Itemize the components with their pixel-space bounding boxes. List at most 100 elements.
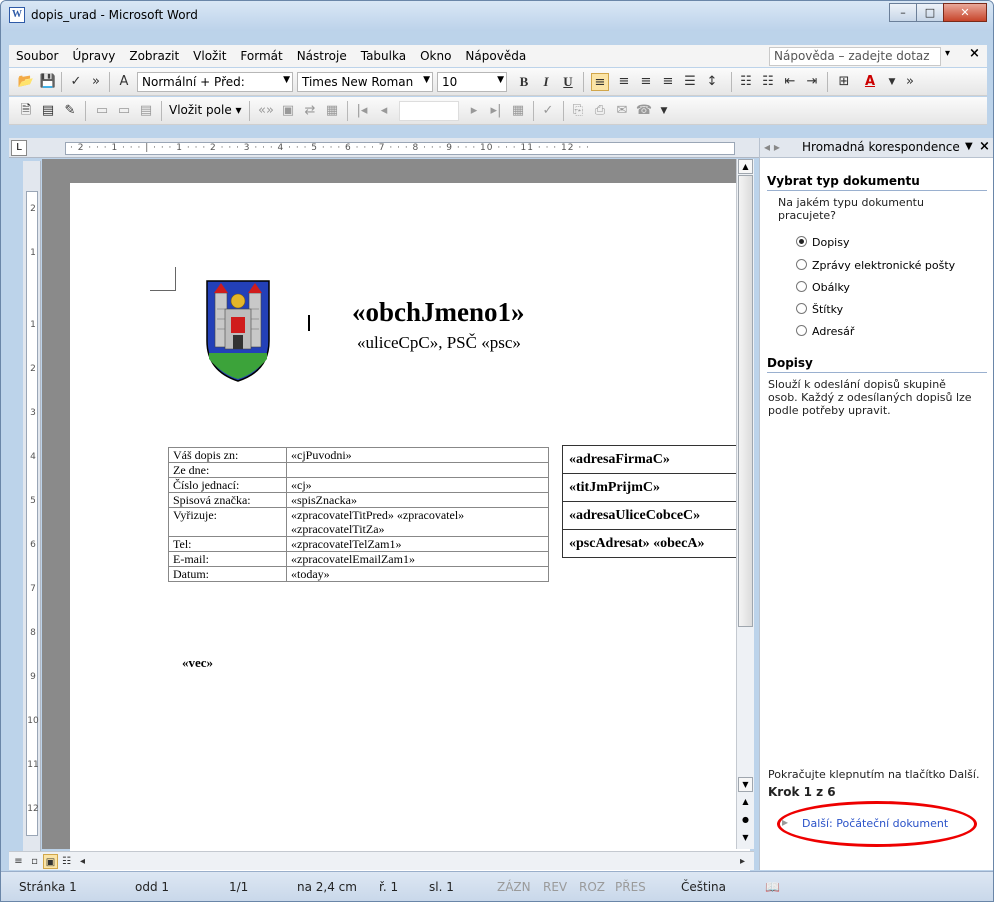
match-fields-icon[interactable]: ⇄: [301, 102, 319, 120]
menu-vlozit[interactable]: Vložit: [186, 49, 233, 63]
merge-to-new-icon[interactable]: ⎘: [569, 102, 587, 120]
merge-to-fax-icon[interactable]: ☎: [635, 102, 653, 120]
status-language[interactable]: Čeština: [681, 880, 726, 894]
help-search-input[interactable]: Nápověda – zadejte dotaz: [769, 47, 941, 66]
close-task-pane-button[interactable]: ×: [979, 139, 990, 154]
font-color-icon[interactable]: A: [861, 73, 879, 91]
address-field[interactable]: «pscAdresat» «obecA»: [562, 529, 742, 558]
bullets-icon[interactable]: ☷: [759, 73, 777, 91]
radio-dopisy[interactable]: Dopisy: [796, 236, 849, 249]
font-select[interactable]: Times New Roman ▼: [297, 72, 433, 92]
reference-value[interactable]: «spisZnacka»: [286, 492, 549, 508]
decrease-indent-icon[interactable]: ⇤: [781, 73, 799, 91]
subject-field[interactable]: «vec»: [182, 655, 213, 671]
vertical-scrollbar[interactable]: ▲ ▼ ▲ ● ▼: [736, 159, 754, 849]
scroll-down-icon[interactable]: ▼: [738, 777, 753, 792]
previous-record-icon[interactable]: ◂: [375, 102, 393, 120]
borders-icon[interactable]: ⊞: [835, 73, 853, 91]
insert-address-block-icon[interactable]: ▭: [93, 102, 111, 120]
scroll-thumb[interactable]: [738, 175, 753, 627]
reference-value[interactable]: [286, 462, 549, 478]
highlight-fields-icon[interactable]: ▣: [279, 102, 297, 120]
justify-icon[interactable]: ≡: [659, 73, 677, 91]
open-icon[interactable]: 📂: [17, 73, 35, 91]
align-left-icon[interactable]: ≡: [591, 73, 609, 91]
recipients-icon[interactable]: ✎: [61, 102, 79, 120]
previous-page-icon[interactable]: ▲: [738, 795, 753, 810]
task-pane-title[interactable]: Hromadná korespondence: [802, 140, 960, 154]
last-record-icon[interactable]: ▸|: [487, 102, 505, 120]
scroll-left-icon[interactable]: ◂: [75, 854, 90, 869]
menu-tabulka[interactable]: Tabulka: [354, 49, 413, 63]
address-field[interactable]: «adresaFirmaC»: [562, 445, 742, 474]
back-forward-icon[interactable]: ◂ ▸: [764, 140, 780, 154]
address-field[interactable]: «adresaUliceCobceC»: [562, 501, 742, 530]
web-view-icon[interactable]: ▫: [27, 854, 42, 869]
merge-to-printer-icon[interactable]: ⎙: [591, 102, 609, 120]
chevron-down-icon[interactable]: ▼: [883, 73, 901, 91]
word-app-icon[interactable]: W: [9, 7, 25, 23]
scroll-up-icon[interactable]: ▲: [738, 159, 753, 174]
firm-name-field[interactable]: «obchJmeno1»: [352, 297, 525, 328]
reference-value[interactable]: «today»: [286, 566, 549, 582]
scroll-right-icon[interactable]: ▸: [735, 854, 750, 869]
next-page-icon[interactable]: ▼: [738, 831, 753, 846]
chevron-down-icon[interactable]: ▼: [655, 102, 673, 120]
reference-value[interactable]: «zpracovatelTelZam1»: [286, 536, 549, 552]
print-view-icon[interactable]: ▣: [43, 854, 58, 869]
chevron-down-icon[interactable]: ▼: [965, 141, 973, 152]
more-buttons-icon[interactable]: »: [901, 73, 919, 91]
align-center-icon[interactable]: ≡: [615, 73, 633, 91]
spelling-icon[interactable]: ✓: [67, 73, 85, 91]
help-dropdown-icon[interactable]: ▾: [945, 48, 950, 59]
styles-icon[interactable]: A: [115, 73, 133, 91]
find-entry-icon[interactable]: ▦: [509, 102, 527, 120]
propagate-labels-icon[interactable]: ▦: [323, 102, 341, 120]
style-select[interactable]: Normální + Před: ▼: [137, 72, 293, 92]
close-document-button[interactable]: ×: [969, 46, 980, 61]
vertical-ruler[interactable]: 2 1 1 2 3 4 5 6 7 8 9 10 11 12: [23, 161, 41, 851]
reference-value[interactable]: «cj»: [286, 477, 549, 493]
radio-labels[interactable]: Štítky: [796, 303, 843, 316]
font-size-select[interactable]: 10 ▼: [437, 72, 507, 92]
radio-email[interactable]: Zprávy elektronické pošty: [796, 259, 955, 272]
menu-okno[interactable]: Okno: [413, 49, 458, 63]
spelling-status-icon[interactable]: 📖: [765, 880, 780, 894]
radio-envelopes[interactable]: Obálky: [796, 281, 850, 294]
normal-view-icon[interactable]: ≡: [11, 854, 26, 869]
reference-value[interactable]: «cjPuvodni»: [286, 447, 549, 463]
minimize-button[interactable]: –: [889, 3, 917, 22]
maximize-button[interactable]: □: [916, 3, 944, 22]
browse-object-icon[interactable]: ●: [738, 813, 753, 828]
outline-view-icon[interactable]: ☷: [59, 854, 74, 869]
merge-to-email-icon[interactable]: ✉: [613, 102, 631, 120]
next-record-icon[interactable]: ▸: [465, 102, 483, 120]
underline-button[interactable]: U: [559, 73, 577, 91]
view-merged-data-icon[interactable]: «»: [257, 102, 275, 120]
radio-directory[interactable]: Adresář: [796, 325, 854, 338]
menu-format[interactable]: Formát: [233, 49, 289, 63]
reference-value[interactable]: «zpracovatelEmailZam1»: [286, 551, 549, 567]
insert-field-button[interactable]: Vložit pole ▾: [169, 103, 242, 117]
menu-zobrazit[interactable]: Zobrazit: [122, 49, 186, 63]
distributed-icon[interactable]: ☰: [681, 73, 699, 91]
bold-button[interactable]: B: [515, 73, 533, 91]
insert-greeting-icon[interactable]: ▭: [115, 102, 133, 120]
italic-button[interactable]: I: [537, 73, 555, 91]
document-page[interactable]: «obchJmeno1» «uliceCpC», PSČ «psc» Váš d…: [70, 183, 750, 883]
menu-napoveda[interactable]: Nápověda: [458, 49, 533, 63]
menu-nastroje[interactable]: Nástroje: [290, 49, 354, 63]
save-icon[interactable]: 💾: [39, 73, 57, 91]
increase-indent-icon[interactable]: ⇥: [803, 73, 821, 91]
horizontal-ruler[interactable]: L · 2 · · · 1 · · · | · · · 1 · · · 2 · …: [9, 138, 761, 158]
numbering-icon[interactable]: ☷: [737, 73, 755, 91]
menu-soubor[interactable]: Soubor: [9, 49, 65, 63]
status-overtype[interactable]: PŘES: [615, 880, 646, 894]
tab-selector[interactable]: L: [11, 140, 27, 156]
status-extend[interactable]: ROZ: [579, 880, 605, 894]
close-button[interactable]: ✕: [943, 3, 987, 22]
status-record-macro[interactable]: ZÁZN: [497, 880, 531, 894]
check-errors-icon[interactable]: ✓: [539, 102, 557, 120]
open-data-source-icon[interactable]: ▤: [39, 102, 57, 120]
more-buttons-icon[interactable]: »: [87, 73, 105, 91]
